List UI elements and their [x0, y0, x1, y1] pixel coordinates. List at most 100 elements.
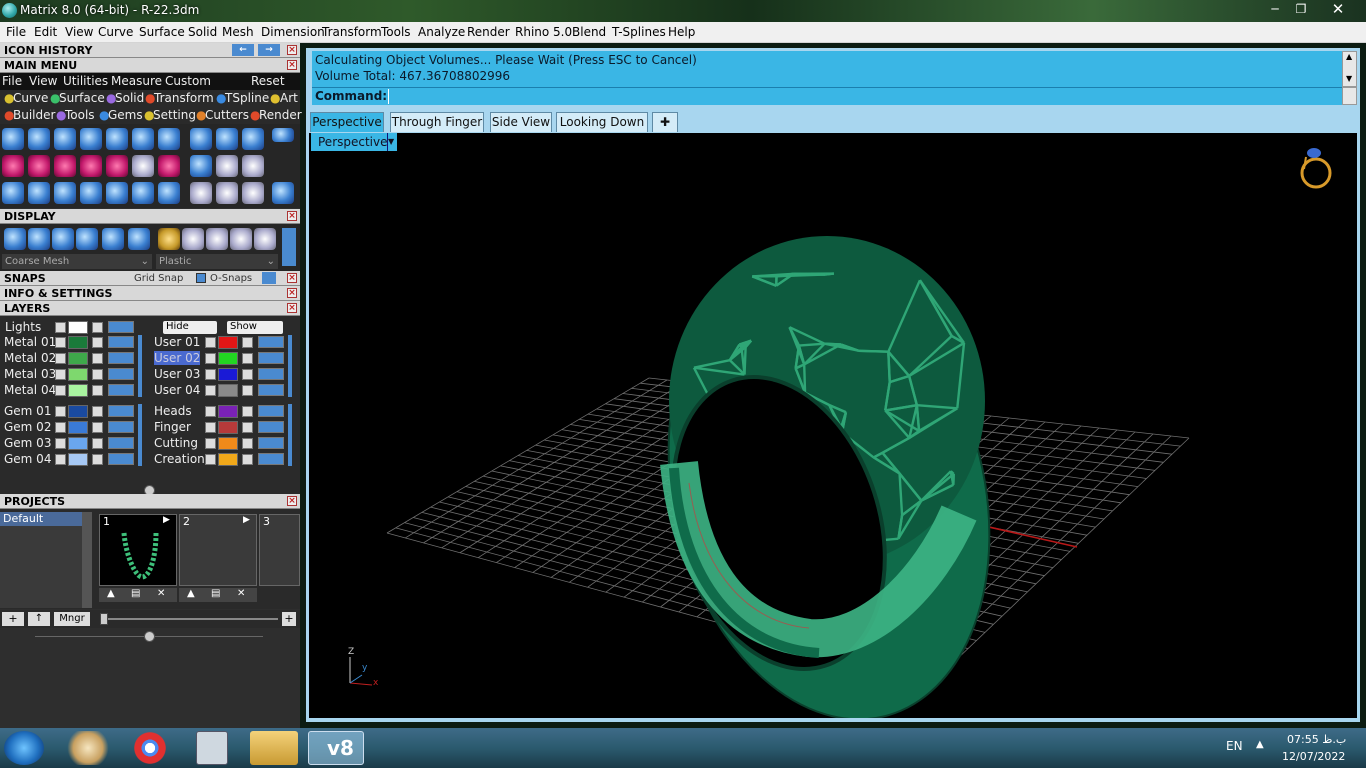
head-tool-icon[interactable]: [132, 128, 154, 150]
curve-tool-icon[interactable]: [28, 128, 50, 150]
mm-measure[interactable]: Measure: [111, 74, 162, 88]
visibility-icon[interactable]: [108, 437, 134, 449]
language-indicator[interactable]: EN: [1226, 739, 1243, 753]
paint-app-icon[interactable]: [64, 731, 112, 765]
projects-splitter[interactable]: [0, 631, 300, 642]
expand-icon[interactable]: [55, 322, 66, 333]
close-icon[interactable]: ×: [287, 45, 297, 55]
rendered-icon[interactable]: [76, 228, 98, 250]
loop-tool-icon[interactable]: [272, 182, 294, 204]
lock-icon[interactable]: [242, 406, 253, 417]
layer-color-swatch[interactable]: [218, 384, 238, 397]
visibility-icon[interactable]: [108, 453, 134, 465]
maximize-button[interactable]: ❐: [1289, 0, 1313, 18]
mm-file[interactable]: File: [2, 74, 22, 88]
layer-name[interactable]: Gem 01: [4, 404, 51, 418]
lock-icon[interactable]: [92, 353, 103, 364]
visibility-icon[interactable]: [108, 405, 134, 417]
layer-color-swatch[interactable]: [218, 453, 238, 466]
snaps-toggle-icon[interactable]: [262, 272, 276, 284]
link-tool-icon[interactable]: [132, 155, 154, 177]
layer-name[interactable]: Metal 04: [4, 383, 56, 397]
cat-transform[interactable]: Transform: [154, 91, 214, 105]
setting-tool-icon[interactable]: [216, 128, 238, 150]
sweep-tool-icon[interactable]: [54, 182, 76, 204]
layer-name[interactable]: Metal 03: [4, 367, 56, 381]
mm-view[interactable]: View: [29, 74, 57, 88]
snaps-header[interactable]: SNAPS Grid Snap O-Snaps ×: [0, 271, 300, 286]
panel-toggle-icon[interactable]: [272, 128, 294, 142]
explorer-app-icon[interactable]: [250, 731, 298, 765]
pattern-tool-icon[interactable]: [158, 155, 180, 177]
history-back-icon[interactable]: ←: [232, 44, 254, 56]
display-header[interactable]: DISPLAY ×: [0, 209, 300, 224]
menu-edit[interactable]: Edit: [34, 25, 57, 39]
start-button[interactable]: [4, 731, 44, 765]
layer-name[interactable]: Metal 02: [4, 351, 56, 365]
remove-point-icon[interactable]: [54, 155, 76, 177]
cat-setting[interactable]: Setting: [153, 108, 196, 122]
calculator-app-icon[interactable]: [196, 731, 228, 765]
snap-tool-icon[interactable]: [106, 155, 128, 177]
hide-button[interactable]: Hide: [163, 321, 217, 334]
glass-material-icon[interactable]: [254, 228, 276, 250]
layer-name[interactable]: Gem 02: [4, 420, 51, 434]
reset-button[interactable]: Reset: [251, 74, 285, 88]
splitter-handle-icon[interactable]: [144, 631, 155, 642]
mirror-tool-icon[interactable]: [80, 182, 102, 204]
scale-tool-icon[interactable]: [132, 182, 154, 204]
icon-history-header[interactable]: ICON HISTORY ← → ×: [0, 43, 300, 58]
wireframe-icon[interactable]: [4, 228, 26, 250]
close-icon[interactable]: ×: [287, 496, 297, 506]
command-history-scrollbar[interactable]: ▲ ▼: [1342, 51, 1357, 87]
join-tool-icon[interactable]: [190, 182, 212, 204]
layer-color-swatch[interactable]: [218, 336, 238, 349]
menu-view[interactable]: View: [65, 25, 93, 39]
layer-name[interactable]: Finger: [154, 420, 191, 434]
shaded-icon[interactable]: [52, 228, 74, 250]
lock-icon[interactable]: [242, 438, 253, 449]
rotate-tool-icon[interactable]: [28, 182, 50, 204]
close-icon[interactable]: ×: [287, 303, 297, 313]
layer-name[interactable]: User 02: [154, 351, 201, 365]
chrome-app-icon[interactable]: [128, 731, 172, 765]
delete-icon[interactable]: ✕: [237, 588, 245, 599]
visibility-icon[interactable]: [258, 352, 284, 364]
cat-gems[interactable]: Gems: [108, 108, 143, 122]
check-tool-icon[interactable]: [190, 155, 212, 177]
cat-cutters[interactable]: Cutters: [205, 108, 249, 122]
expand-icon[interactable]: [205, 353, 216, 364]
expand-icon[interactable]: [55, 385, 66, 396]
project-default[interactable]: Default: [0, 512, 82, 526]
lock-icon[interactable]: [92, 438, 103, 449]
layer-color-swatch[interactable]: [68, 384, 88, 397]
show-button[interactable]: Show: [227, 321, 283, 334]
layer-name[interactable]: User 01: [154, 335, 200, 349]
arc-tool-icon[interactable]: [80, 155, 102, 177]
menu-file[interactable]: File: [6, 25, 26, 39]
tab-side-view[interactable]: Side View: [490, 112, 552, 132]
menu-tsplines[interactable]: T-Splines: [612, 25, 666, 39]
visibility-icon[interactable]: [258, 336, 284, 348]
menu-curve[interactable]: Curve: [98, 25, 133, 39]
menu-mesh[interactable]: Mesh: [222, 25, 254, 39]
project-thumb-3[interactable]: 3: [259, 514, 300, 586]
layer-name[interactable]: Creation: [154, 452, 205, 466]
silver-material-icon[interactable]: [182, 228, 204, 250]
menu-render[interactable]: Render: [467, 25, 510, 39]
layer-color-swatch[interactable]: [218, 437, 238, 450]
zoom-slider-thumb[interactable]: [100, 613, 108, 625]
scroll-down-icon[interactable]: ▼: [1346, 74, 1352, 83]
pave-tool-icon[interactable]: [242, 128, 264, 150]
play-icon[interactable]: ▶: [243, 515, 250, 525]
expand-icon[interactable]: [205, 369, 216, 380]
close-icon[interactable]: ×: [287, 288, 297, 298]
layer-color-swatch[interactable]: [68, 405, 88, 418]
cat-curve[interactable]: Curve: [13, 91, 48, 105]
menu-surface[interactable]: Surface: [139, 25, 185, 39]
visibility-icon[interactable]: [108, 368, 134, 380]
tab-perspective[interactable]: Perspective: [310, 112, 384, 132]
lock-icon[interactable]: [92, 454, 103, 465]
add-point-icon[interactable]: [2, 155, 24, 177]
layer-color-swatch[interactable]: [68, 352, 88, 365]
